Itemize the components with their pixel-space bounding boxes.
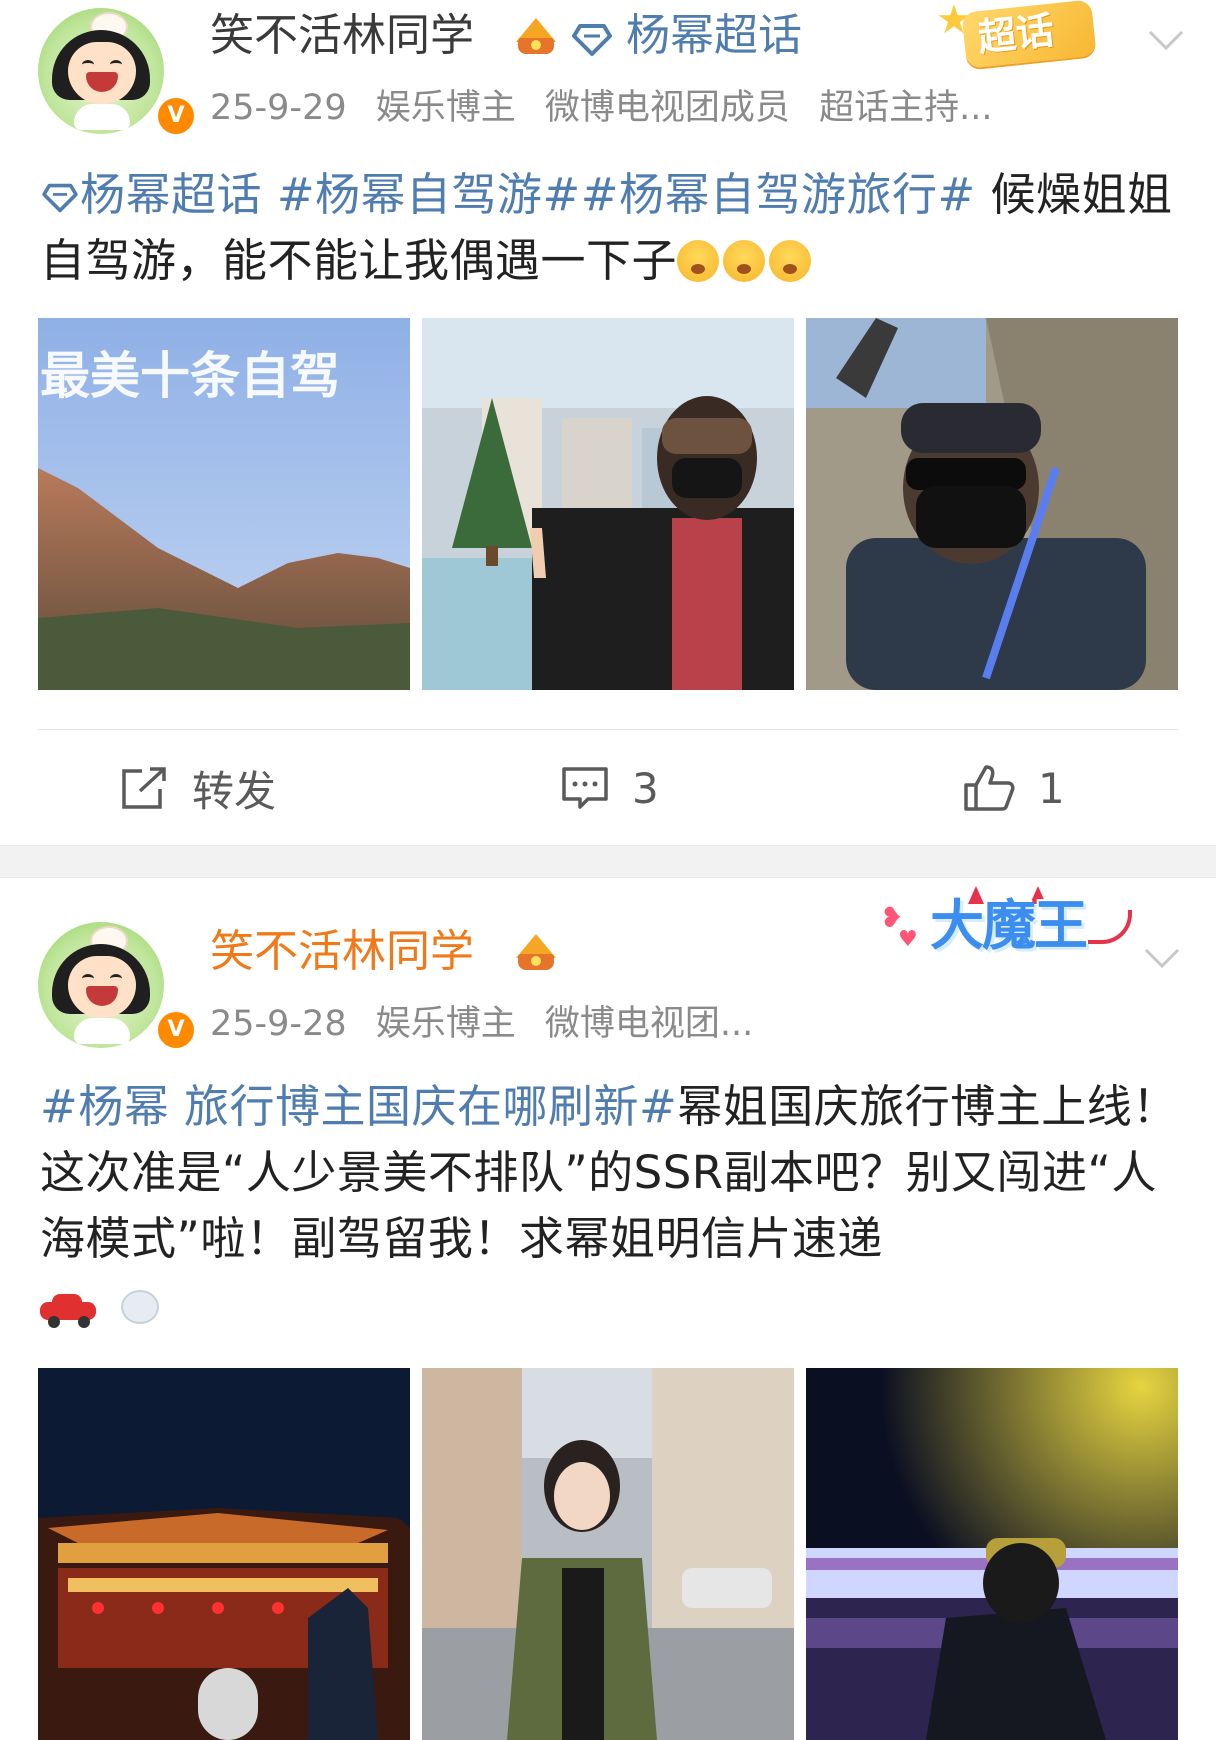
username[interactable]: 笑不活林同学 (210, 924, 474, 980)
supertopic-tag[interactable]: 杨幂超话 (80, 168, 262, 221)
user-tag: 超话主持... (819, 88, 993, 128)
car-emoji-icon (40, 1294, 96, 1328)
comment-icon (562, 767, 608, 809)
supertopic-badge: ★ 超话 (928, 0, 1114, 70)
like-count: 1 (1038, 763, 1065, 813)
diamond-icon (572, 24, 612, 56)
post-image[interactable] (422, 1368, 794, 1740)
repost-label: 转发 (192, 766, 277, 816)
post-meta: 25-9-28 娱乐博主 微博电视团... (210, 1002, 771, 1046)
like-button[interactable]: 1 (962, 738, 1065, 838)
user-tag: 微博电视团成员 (544, 88, 790, 128)
shy-emoji-icon (677, 240, 720, 282)
like-icon (964, 765, 1015, 811)
user-tag: 娱乐博主 (375, 1004, 516, 1044)
hashtag[interactable]: #杨幂自驾游# (277, 168, 581, 221)
heart-icon: ♥ (898, 927, 918, 952)
crown-icon (514, 16, 558, 56)
user-badge: ❥ ♥ 大魔王 (880, 880, 1132, 970)
post-image[interactable] (806, 318, 1178, 690)
shy-emoji-icon (723, 240, 766, 282)
feed-post[interactable]: V 笑不活林同学 25-9-28 娱乐博主 微博电视团... #杨幂 旅行博主国… (0, 878, 1216, 1740)
hashtag[interactable]: #杨幂 旅行博主国庆在哪刷新# (40, 1080, 677, 1133)
user-tag: 娱乐博主 (375, 88, 516, 128)
user-tag: 微博电视团... (544, 1004, 754, 1044)
diamond-icon (42, 183, 78, 213)
image-caption: 最美十条自驾 (40, 347, 340, 405)
feed-separator (0, 845, 1216, 878)
verified-icon: V (154, 1008, 198, 1052)
action-bar: 转发 3 1 (0, 738, 1216, 838)
post-content: #杨幂 旅行博主国庆在哪刷新#幂姐国庆旅行博主上线！这次准是“人少景美不排队”的… (40, 1074, 1180, 1338)
verified-icon: V (154, 94, 198, 138)
repost-button[interactable]: 转发 (120, 738, 276, 838)
username[interactable]: 笑不活林同学 (210, 8, 474, 64)
post-date: 25-9-29 (210, 88, 347, 128)
crown-icon (514, 932, 558, 972)
repost-icon (122, 767, 166, 809)
post-image[interactable]: 最美十条自驾 (38, 318, 410, 690)
supertopic-link[interactable]: 杨幂超话 (626, 8, 802, 64)
post-image[interactable] (422, 318, 794, 690)
chevron-down-icon[interactable] (1140, 936, 1184, 980)
hashtag[interactable]: #杨幂自驾游旅行# (581, 168, 976, 221)
comment-count: 3 (632, 763, 659, 813)
feed-post[interactable]: V 笑不活林同学 杨幂超话 ★ 超话 25-9-29 娱乐博主 微博电视团成员 … (0, 0, 1216, 845)
shy-emoji-icon (769, 240, 812, 282)
post-content: 杨幂超话 #杨幂自驾游##杨幂自驾游旅行# 候燥姐姐自驾游，能不能让我偶遇一下子 (40, 162, 1180, 294)
avatar[interactable]: V (38, 922, 198, 1052)
comment-button[interactable]: 3 (560, 738, 659, 838)
divider (38, 729, 1178, 730)
chevron-down-icon[interactable] (1144, 18, 1188, 62)
post-image[interactable] (806, 1368, 1178, 1740)
post-date: 25-9-28 (210, 1004, 347, 1044)
dash-emoji-icon (111, 1286, 161, 1326)
avatar[interactable]: V (38, 8, 198, 138)
post-image[interactable] (38, 1368, 410, 1740)
post-meta: 25-9-29 娱乐博主 微博电视团成员 超话主持... (210, 86, 1010, 130)
